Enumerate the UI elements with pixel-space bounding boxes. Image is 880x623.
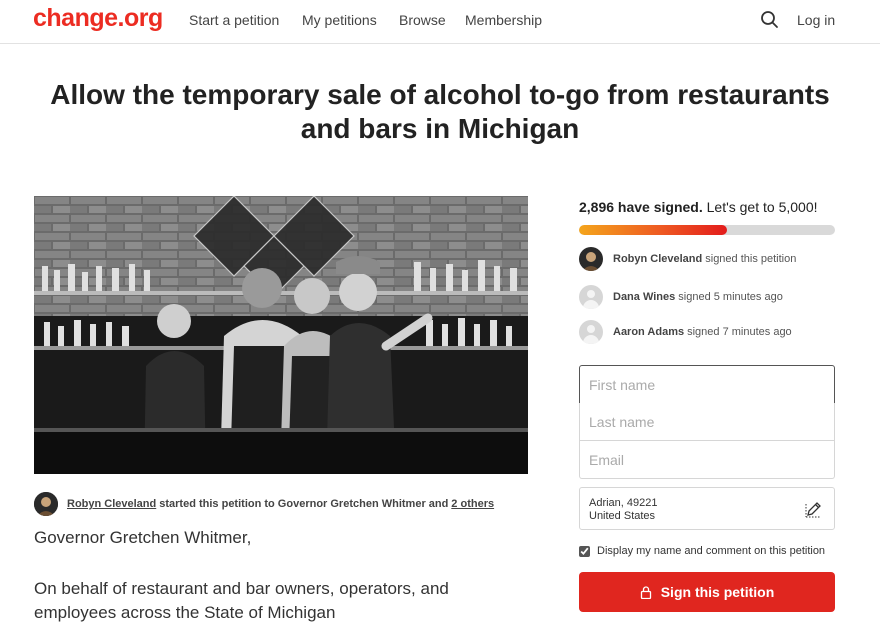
location-country: United States xyxy=(589,510,656,522)
starter-name-link[interactable]: Robyn Cleveland xyxy=(67,498,156,510)
search-icon[interactable] xyxy=(760,10,780,30)
petition-photo xyxy=(34,196,528,474)
lock-icon xyxy=(640,585,651,599)
default-avatar-icon xyxy=(579,320,603,344)
signature-count: 2,896 have signed. Let's get to 5,000! xyxy=(579,199,818,215)
change-org-logo[interactable]: change.org xyxy=(33,4,163,33)
petition-body-line-2: employees across the State of Michigan xyxy=(34,603,336,622)
sign-petition-button[interactable]: Sign this petition xyxy=(579,572,835,612)
email-input[interactable] xyxy=(579,441,835,479)
petition-body-line-1: On behalf of restaurant and bar owners, … xyxy=(34,579,449,598)
petition-body-greeting: Governor Gretchen Whitmer, xyxy=(34,528,252,547)
starter-avatar[interactable] xyxy=(34,492,58,516)
progress-fill xyxy=(579,225,728,235)
nav-my-petitions[interactable]: My petitions xyxy=(302,12,377,28)
sign-button-label: Sign this petition xyxy=(660,584,775,600)
signer-avatar xyxy=(579,247,603,271)
signed-count-text: 2,896 have signed. xyxy=(579,199,703,215)
consent-checkbox[interactable] xyxy=(579,545,590,557)
and-text: and xyxy=(428,498,449,510)
others-link[interactable]: 2 others xyxy=(451,498,494,510)
display-name-consent[interactable]: Display my name and comment on this peti… xyxy=(579,545,825,557)
first-name-input[interactable] xyxy=(579,365,835,404)
signer-action: signed 5 minutes ago xyxy=(678,291,783,303)
default-avatar-icon xyxy=(579,285,603,309)
signer-action: signed this petition xyxy=(705,253,797,265)
edit-pencil-icon[interactable] xyxy=(805,501,822,518)
nav-membership[interactable]: Membership xyxy=(465,12,542,28)
petition-starter-line: Robyn Cleveland started this petition to… xyxy=(34,492,497,516)
login-link[interactable]: Log in xyxy=(797,12,835,28)
signer-name: Aaron Adams xyxy=(613,326,685,338)
recent-signer: Robyn Cleveland signed this petition xyxy=(579,247,796,271)
starter-text: started this petition to Governor Gretch… xyxy=(159,498,426,510)
nav-browse[interactable]: Browse xyxy=(399,12,446,28)
recent-signer: Dana Wines signed 5 minutes ago xyxy=(579,285,783,309)
top-navigation-bar: change.org Start a petition My petitions… xyxy=(0,0,880,44)
petition-title: Allow the temporary sale of alcohol to-g… xyxy=(50,79,830,144)
signer-name: Robyn Cleveland xyxy=(613,253,703,265)
goal-text: Let's get to 5,000! xyxy=(706,199,818,215)
consent-label: Display my name and comment on this peti… xyxy=(597,545,826,557)
location-city: Adrian, 49221 xyxy=(589,497,658,509)
signer-action: signed 7 minutes ago xyxy=(687,326,792,338)
location-field[interactable]: Adrian, 49221 United States xyxy=(579,487,835,530)
last-name-input[interactable] xyxy=(579,403,835,441)
recent-signer: Aaron Adams signed 7 minutes ago xyxy=(579,320,792,344)
nav-start-petition[interactable]: Start a petition xyxy=(189,12,279,28)
signature-progress-bar xyxy=(579,225,835,235)
signer-name: Dana Wines xyxy=(613,291,676,303)
